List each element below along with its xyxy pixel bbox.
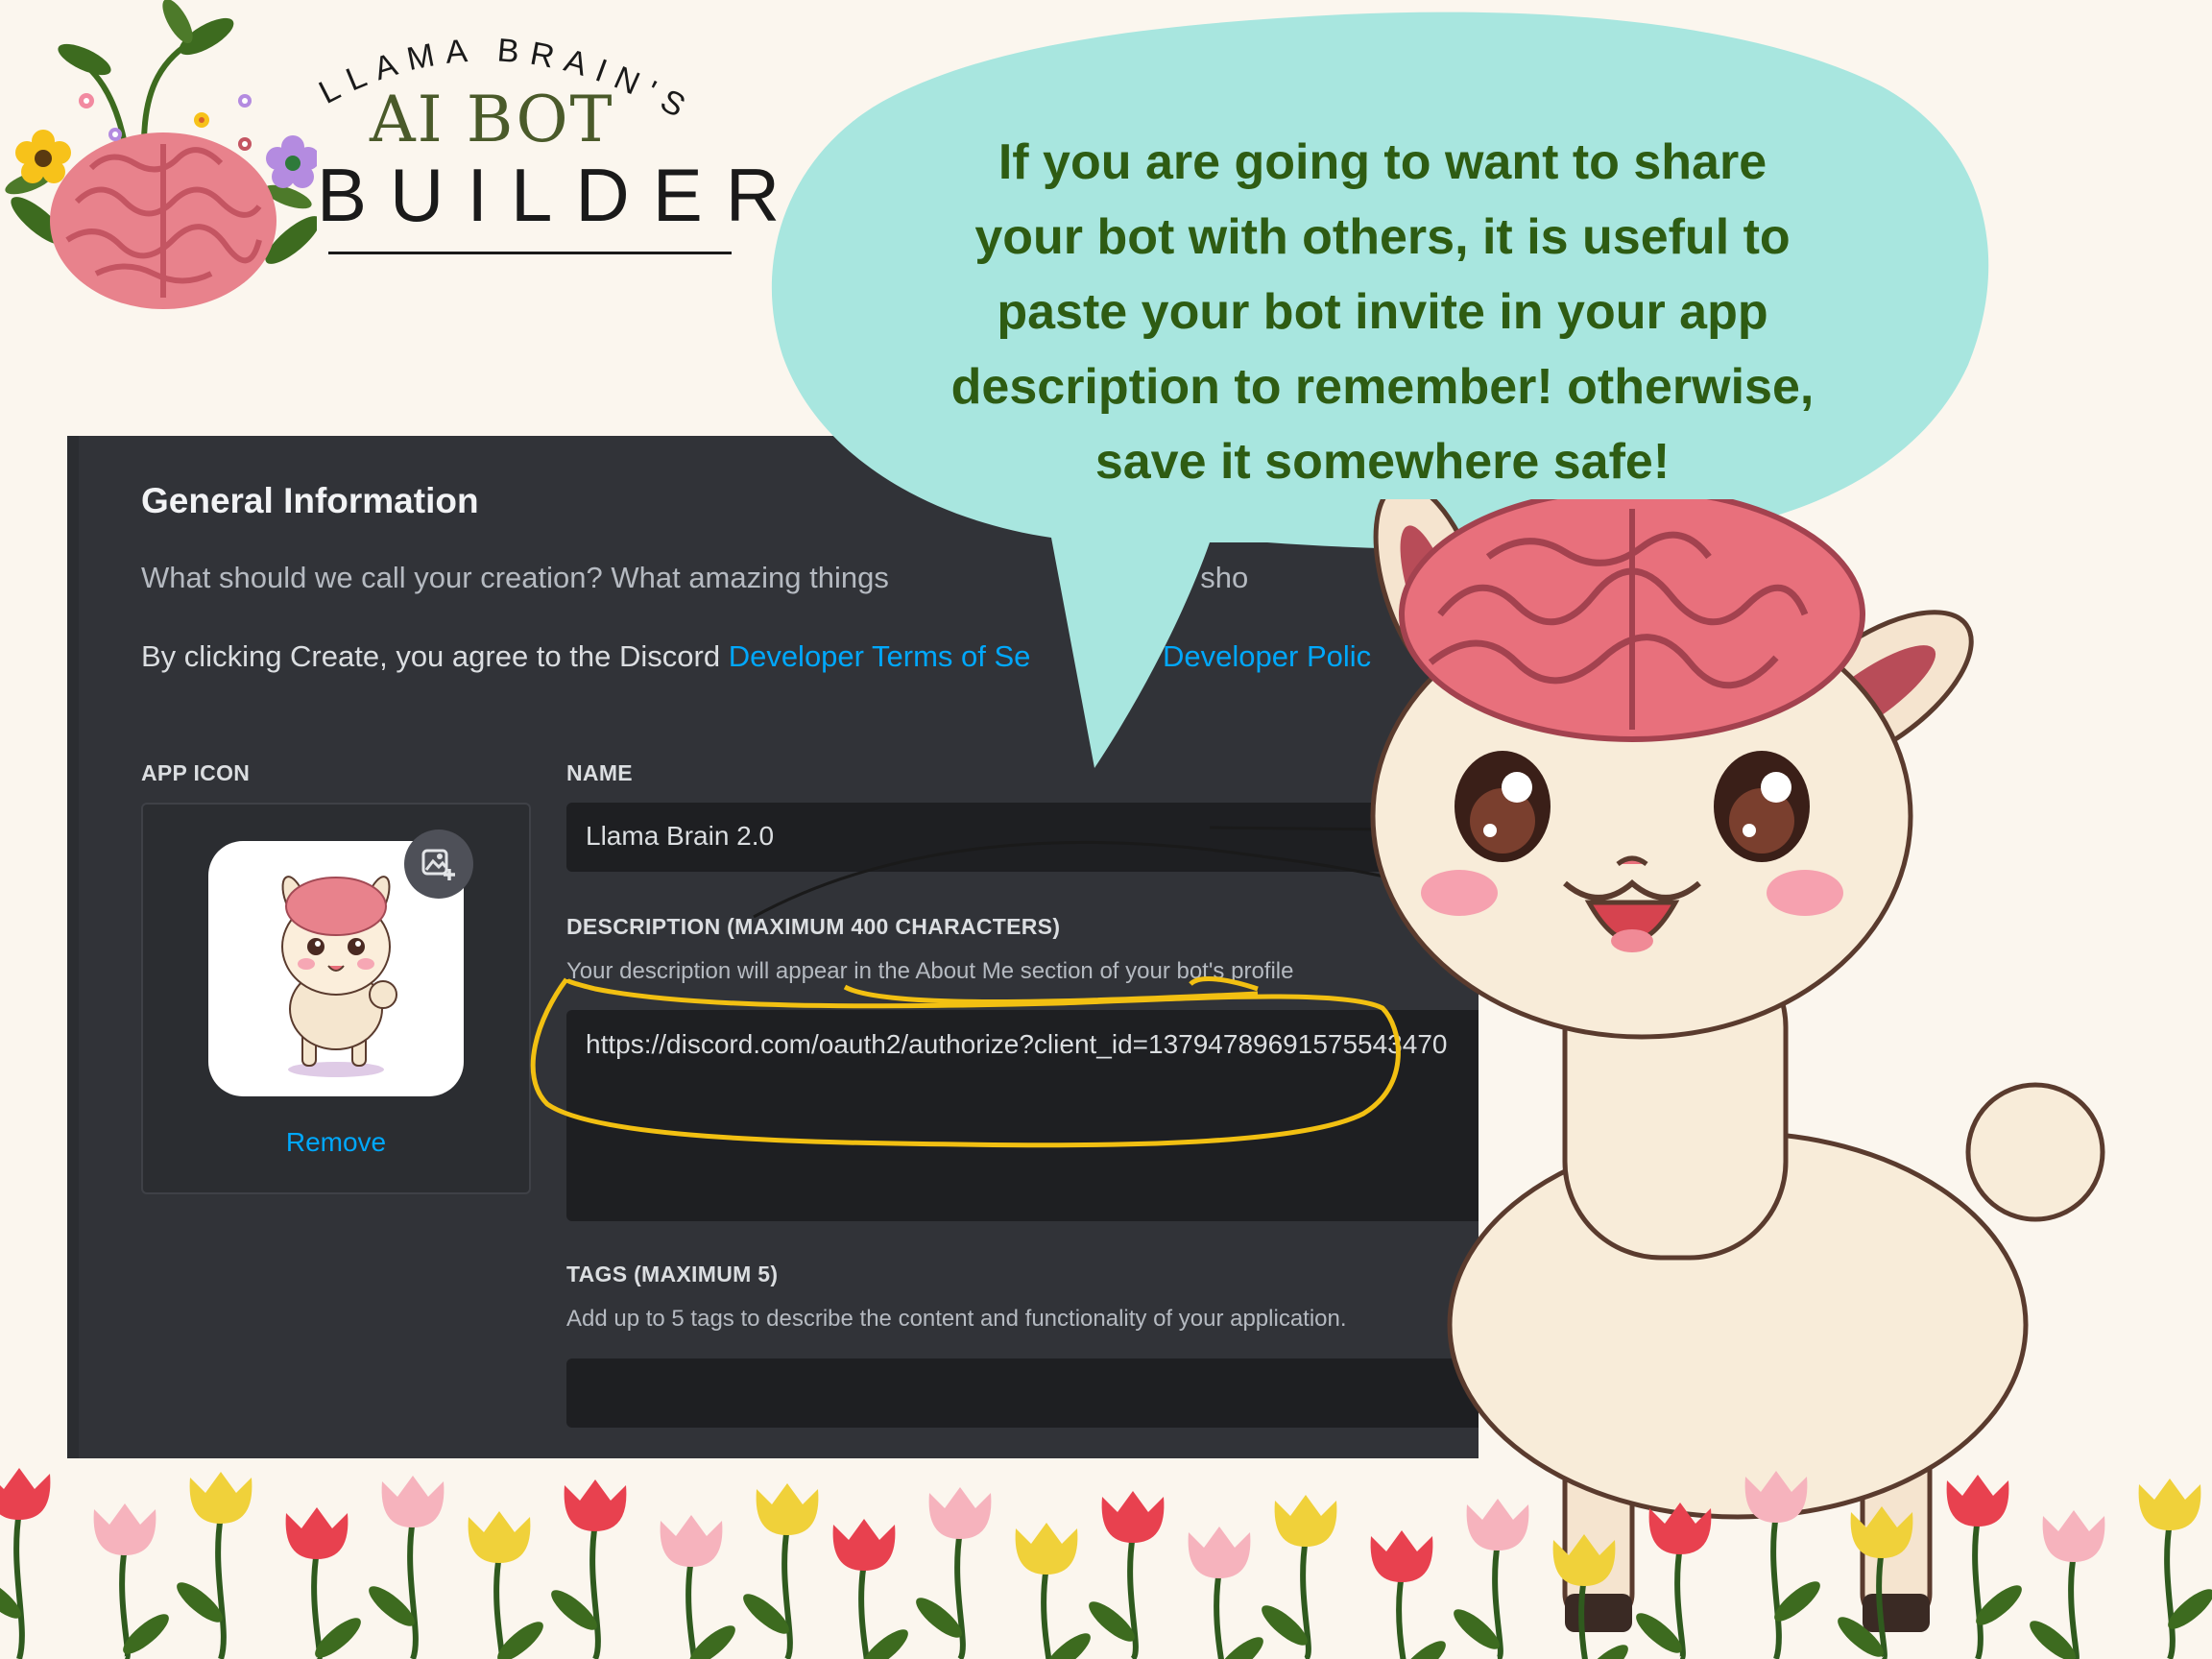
name-label: NAME bbox=[566, 760, 633, 785]
logo-title: AI BOT bbox=[370, 83, 614, 156]
tulip bbox=[1636, 1503, 1712, 1659]
logo-subtitle: BUILDER bbox=[317, 153, 804, 237]
image-upload-icon[interactable] bbox=[404, 830, 473, 899]
page-title: General Information bbox=[141, 481, 479, 520]
logo-divider bbox=[328, 252, 732, 254]
tulip bbox=[285, 1507, 361, 1659]
tulip bbox=[1454, 1499, 1529, 1659]
tulip-border bbox=[0, 1468, 2212, 1659]
callout-line: description to remember! otherwise, bbox=[950, 359, 1815, 415]
tulip bbox=[551, 1479, 627, 1659]
terms-prefix: By clicking Create, you agree to the Dis… bbox=[141, 639, 721, 673]
description-help: Your description will appear in the Abou… bbox=[566, 958, 1294, 984]
tulip bbox=[1370, 1530, 1446, 1659]
tulip bbox=[468, 1511, 543, 1659]
callout-line: If you are going to want to share bbox=[998, 134, 1767, 190]
tulip bbox=[1089, 1491, 1165, 1659]
remove-icon-link[interactable]: Remove bbox=[143, 1127, 529, 1158]
tulip bbox=[93, 1503, 169, 1659]
tulip bbox=[660, 1515, 735, 1659]
tulip bbox=[177, 1472, 252, 1659]
tulip bbox=[1262, 1495, 1337, 1659]
tags-label: TAGS (MAXIMUM 5) bbox=[566, 1262, 779, 1286]
callout-line: paste your bot invite in your app bbox=[997, 284, 1768, 340]
app-icon-label: APP ICON bbox=[141, 760, 251, 785]
brain-flower-logo bbox=[5, 0, 317, 309]
tulip bbox=[2030, 1510, 2105, 1659]
callout-line: your bot with others, it is useful to bbox=[974, 209, 1791, 265]
tulip bbox=[743, 1483, 819, 1659]
tulip bbox=[0, 1468, 51, 1659]
tulip bbox=[832, 1519, 908, 1659]
tulip bbox=[1946, 1475, 2022, 1659]
app-icon-box: Remove bbox=[141, 803, 531, 1194]
logo: LLAMA BRAIN'S AI BOT BUILDER bbox=[0, 0, 780, 326]
panel-scroll-strip bbox=[67, 436, 79, 1458]
description-label: DESCRIPTION (MAXIMUM 400 CHARACTERS) bbox=[566, 914, 1061, 939]
tulip bbox=[369, 1476, 445, 1659]
tags-help: Add up to 5 tags to describe the content… bbox=[566, 1306, 1347, 1332]
tulip bbox=[1552, 1534, 1628, 1659]
tulip bbox=[1838, 1506, 1913, 1659]
callout-line: save it somewhere safe! bbox=[1094, 434, 1671, 490]
tulip bbox=[1015, 1523, 1091, 1659]
tulip bbox=[1188, 1527, 1263, 1659]
tulip bbox=[1744, 1471, 1820, 1659]
tulip bbox=[2138, 1479, 2212, 1659]
tulip bbox=[916, 1487, 992, 1659]
callout-text: If you are going to want to share your b… bbox=[845, 125, 1920, 499]
